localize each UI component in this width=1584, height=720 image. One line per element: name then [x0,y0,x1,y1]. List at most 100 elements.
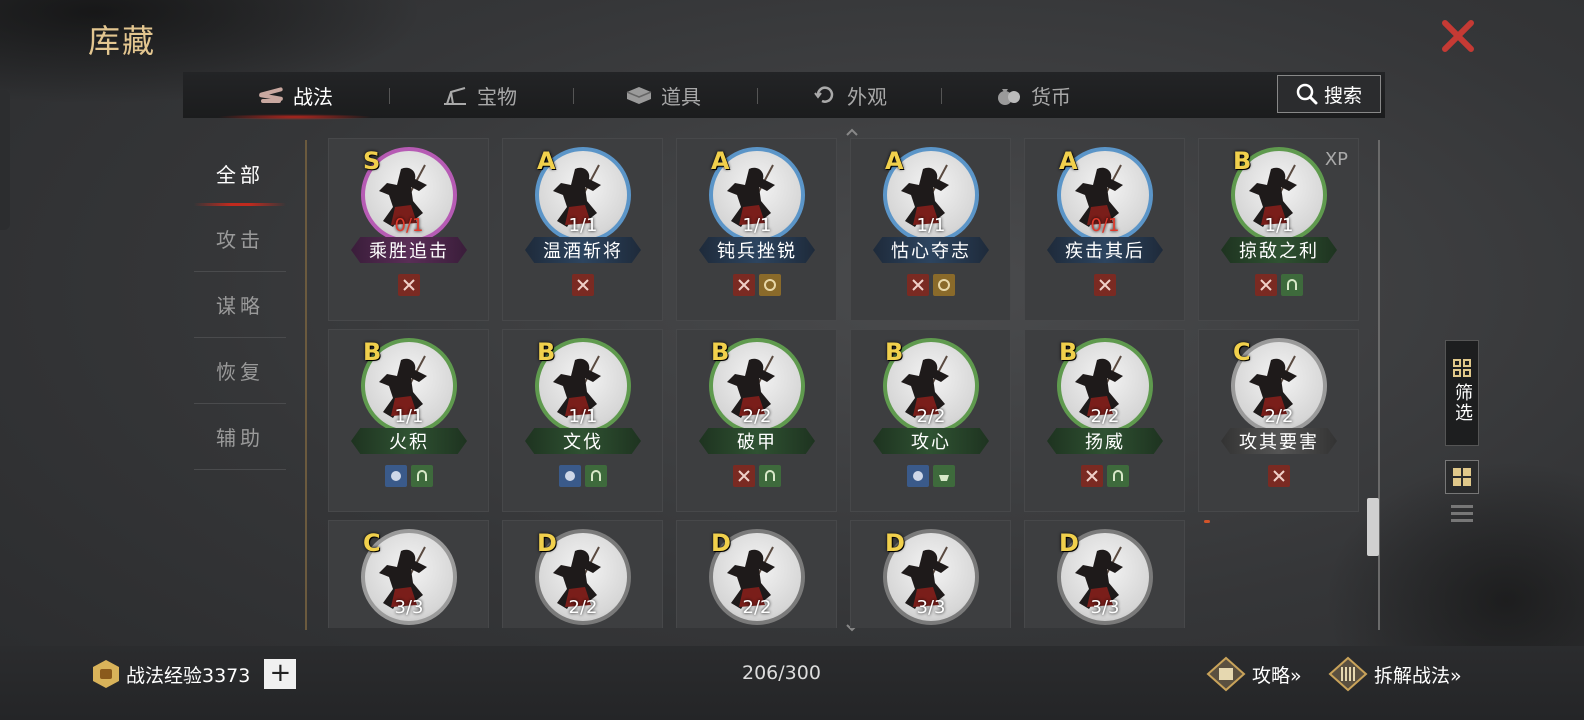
skill-card[interactable]: B 1/1 火积 [328,329,489,512]
grade-badge: B [711,338,730,366]
skill-name: 温酒斩将 [525,237,641,263]
list-view-button[interactable] [1451,500,1473,526]
skill-card[interactable]: C 2/2 攻其要害 [1198,329,1359,512]
skill-card[interactable]: C 3/3 [328,520,489,628]
grade-badge: D [711,529,731,557]
search-label: 搜索 [1323,84,1362,107]
grade-badge: A [711,147,730,175]
helmet-tag-icon [584,465,607,487]
skill-count-label: 3/3 [394,597,424,618]
tab-label: 战法 [293,84,333,109]
skill-tags [677,465,836,487]
sidebar-item-attack[interactable]: 攻击 [194,206,286,272]
tab-treasure[interactable]: 宝物 [441,72,517,118]
tab-skills[interactable]: 战法 [217,72,373,120]
skill-card[interactable]: S 0/1 乘胜追击 [328,138,489,321]
skill-card[interactable]: B 1/1 XP 掠敌之利 [1198,138,1359,321]
book-icon [1206,656,1246,692]
grade-badge: D [1059,529,1079,557]
skill-name: 火积 [351,428,467,454]
grade-badge: B [885,338,904,366]
skill-count-label: 2/2 [742,597,772,618]
add-exp-button[interactable]: + [264,659,297,689]
close-button[interactable] [1438,16,1478,56]
helmet-tag-icon [1106,465,1129,487]
tab-divider [573,88,574,104]
skill-count-label: 0/1 [1090,215,1120,236]
tab-items[interactable]: 道具 [625,72,701,118]
skill-count: 206/300 [742,662,821,684]
grid-filter-icon [1453,359,1471,377]
sword-tag-icon [1267,465,1290,487]
sword-tag-icon [906,274,929,296]
tab-divider [389,88,390,104]
filter-button[interactable]: 筛选 [1445,340,1479,446]
sword-tag-icon [571,274,594,296]
skill-tags [1025,465,1184,487]
skill-count-label: 1/1 [568,215,598,236]
sword-tag-icon [1254,274,1277,296]
skill-card[interactable]: A 1/1 怙心夺志 [850,138,1011,321]
skill-tags [329,465,488,487]
grade-badge: D [885,529,905,557]
skill-card[interactable]: D 2/2 [676,520,837,628]
sidebar-item-all[interactable]: 全部 [194,140,286,206]
skill-card[interactable]: D 2/2 [502,520,663,628]
sidebar-item-recovery[interactable]: 恢复 [194,338,286,404]
skill-tags [1025,274,1184,296]
tab-label: 道具 [661,84,701,109]
list-line [1451,511,1473,515]
skill-name: 攻心 [873,428,989,454]
list-line [1451,504,1473,508]
tab-currency[interactable]: 货币 [995,72,1071,118]
skill-name: 文伐 [525,428,641,454]
guide-link[interactable]: 攻略» [1206,654,1302,694]
skill-card[interactable]: B 1/1 文伐 [502,329,663,512]
grade-badge: B [1233,147,1252,175]
dismantle-link[interactable]: 拆解战法» [1328,654,1462,694]
grade-badge: A [537,147,556,175]
skill-exp-label: 战法经验3373 [126,664,251,687]
tab-appearance[interactable]: 外观 [811,72,887,118]
skill-tags [503,465,662,487]
skill-count-label: 1/1 [394,406,424,427]
skill-card[interactable]: B 2/2 破甲 [676,329,837,512]
skill-card[interactable]: A 0/1 疾击其后 [1024,138,1185,321]
list-line [1451,518,1473,522]
bottom-bar: 战法经验3373 + 206/300 攻略» 拆解战法» [0,646,1584,720]
sidebar-item-support[interactable]: 辅助 [194,404,286,470]
skill-card[interactable]: A 1/1 温酒斩将 [502,138,663,321]
search-button[interactable]: 搜索 [1277,75,1381,113]
sidebar-item-label: 谋略 [216,294,264,318]
skill-count-label: 1/1 [742,215,772,236]
sword-tag-icon [732,274,755,296]
skill-card[interactable]: D 3/3 [1024,520,1185,628]
skill-card[interactable]: B 2/2 扬威 [1024,329,1185,512]
tab-label: 外观 [847,84,887,109]
skill-name: 破甲 [699,428,815,454]
grid-view-button[interactable] [1445,460,1479,494]
scroll-case-icon [1328,656,1368,692]
skill-count-label: 2/2 [1264,406,1294,427]
dismantle-label: 拆解战法» [1374,664,1462,687]
side-drawer-handle[interactable] [0,90,10,230]
skill-card[interactable]: D 3/3 [850,520,1011,628]
scrollbar-track [1378,140,1380,630]
sidebar-item-label: 辅助 [216,426,264,450]
skill-tags [1199,465,1358,487]
skill-name: 钝兵挫锐 [699,237,815,263]
sidebar-item-label: 恢复 [216,360,264,384]
skill-card[interactable]: B 2/2 攻心 [850,329,1011,512]
sword-tag-icon [1093,274,1116,296]
skill-card[interactable]: A 1/1 钝兵挫锐 [676,138,837,321]
scroll-tag-icon [558,465,581,487]
beast-tag-icon [758,274,781,296]
sidebar-item-strategy[interactable]: 谋略 [194,272,286,338]
helmet-tag-icon [758,465,781,487]
skill-count-label: 1/1 [916,215,946,236]
sword-tag-icon [732,465,755,487]
skill-exp-display: 战法经验3373 + [90,658,297,690]
skill-grid: S 0/1 乘胜追击 A 1/1 温酒斩将 A 1/1 钝兵挫锐 A 1/1 怙心夺志 A 0/1 疾击其后… [328,138,1368,628]
scrollbar-thumb[interactable] [1367,498,1379,556]
skill-name: 攻其要害 [1221,428,1337,454]
